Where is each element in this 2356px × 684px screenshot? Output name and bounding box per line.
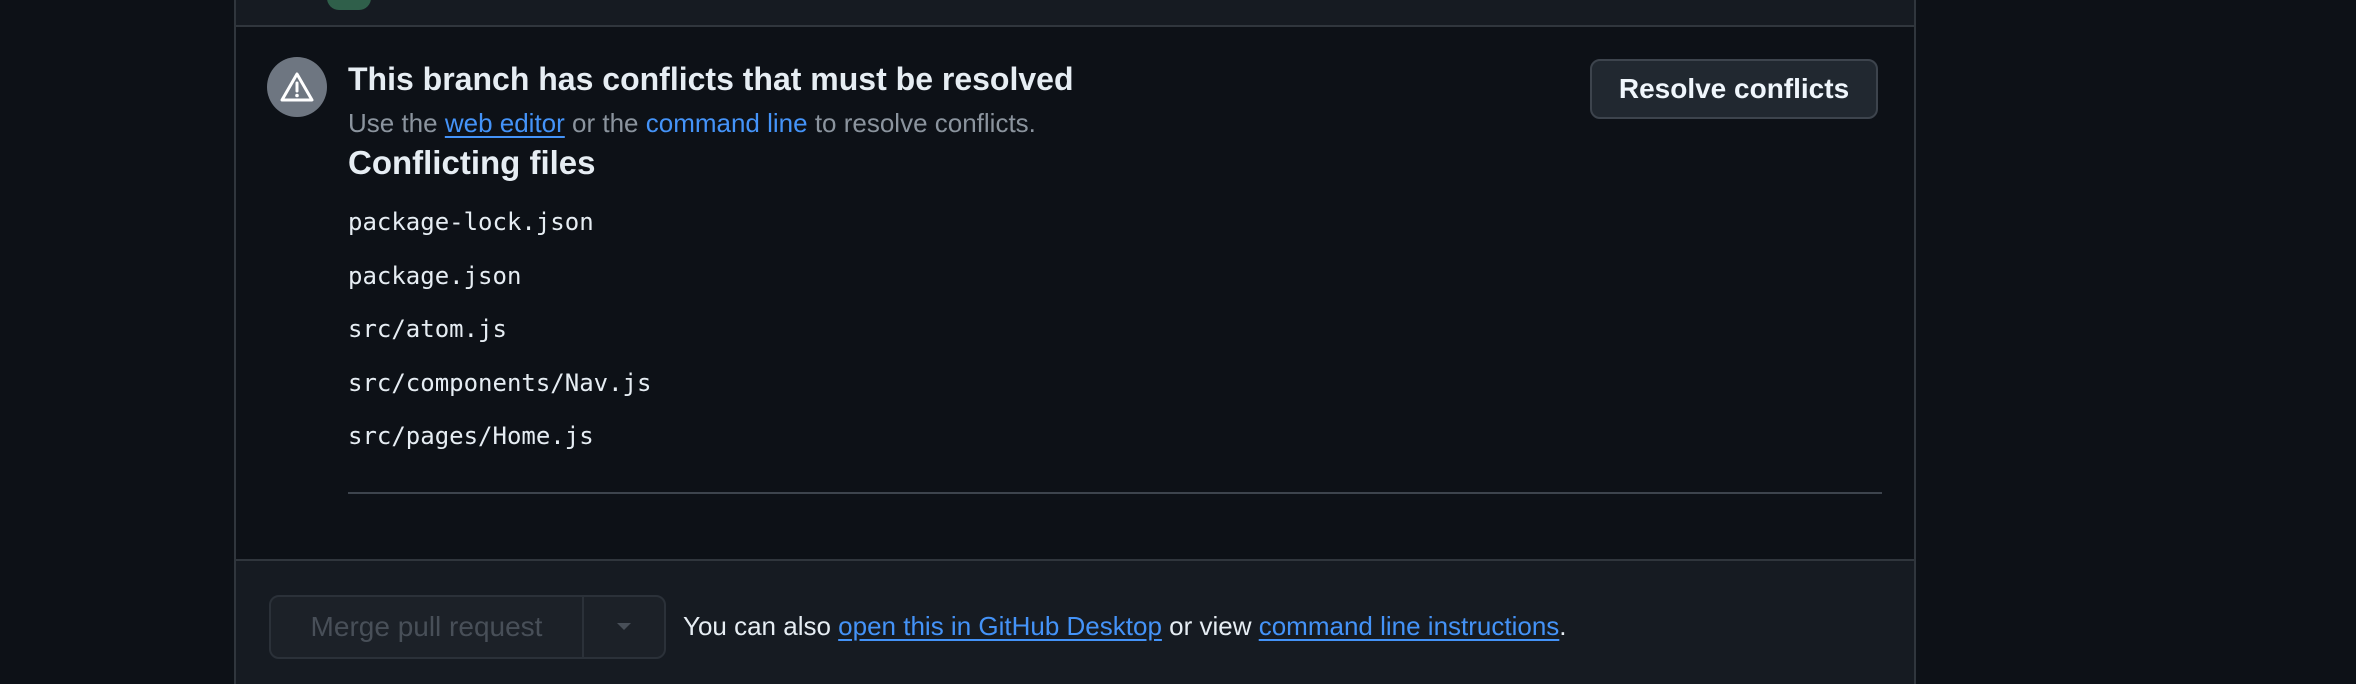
conflicting-file: package-lock.json [348,208,594,236]
instructions-middle: or the [564,108,646,138]
avatar [327,0,371,10]
command-line-link[interactable]: command line [646,108,808,138]
instructions-prefix: Use the [348,108,445,138]
merge-button-group: Merge pull request [269,595,666,659]
conflict-panel: This branch has conflicts that must be r… [236,27,1914,559]
merge-panel: Merge pull request You can also open thi… [236,559,1914,684]
resolve-conflicts-button[interactable]: Resolve conflicts [1590,59,1878,119]
conflicting-file: src/pages/Home.js [348,422,594,450]
timeline-strip [236,0,1914,27]
note-prefix: You can also [683,611,839,641]
conflict-instructions: Use the web editor or the command line t… [348,108,1036,139]
note-suffix: . [1559,611,1567,641]
conflicting-file: package.json [348,261,522,290]
web-editor-link[interactable]: web editor [445,108,565,138]
caret-down-icon[interactable] [584,597,664,657]
divider [348,492,1882,494]
command-line-instructions-link[interactable]: command line instructions [1259,611,1560,641]
alert-triangle-icon [267,57,327,117]
conflicting-files-heading: Conflicting files [348,144,596,181]
merge-alternatives-note: You can also open this in GitHub Desktop… [683,611,1567,642]
merge-box: This branch has conflicts that must be r… [234,0,1916,684]
conflicting-file: src/atom.js [348,315,507,343]
note-middle: or view [1161,611,1259,641]
merge-pull-request-button[interactable]: Merge pull request [271,597,584,657]
conflicting-file: src/components/Nav.js [348,368,652,397]
instructions-suffix: to resolve conflicts. [807,108,1036,138]
conflict-title: This branch has conflicts that must be r… [348,61,1074,97]
github-desktop-link[interactable]: open this in GitHub Desktop [838,611,1162,641]
conflicting-files-list: package-lock.json package.json src/atom.… [348,207,651,475]
